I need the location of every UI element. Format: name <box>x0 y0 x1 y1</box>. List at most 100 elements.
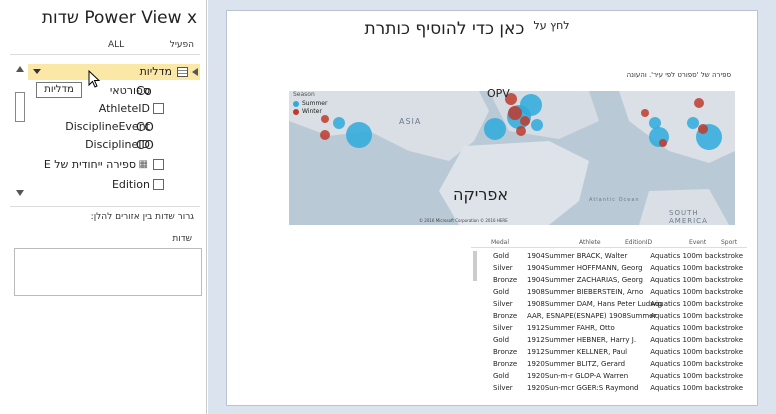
cell-medal: Silver <box>493 264 513 272</box>
table-row[interactable]: Silver 1912Summer FAHR, Otto Aquatics 100m… <box>471 323 747 335</box>
cell-sport: Aquatics 100m backstroke <box>650 372 743 380</box>
scroll-down-icon[interactable] <box>16 190 24 196</box>
column-header-sport[interactable]: Sport <box>721 239 737 246</box>
table-row[interactable]: Gold 1912Summer HEBNER, Harry J. Aquatics … <box>471 335 747 347</box>
map-label-atlantic: Atlantic Ocean <box>589 197 640 203</box>
table-row[interactable]: Bronze AAR, ESNAPE(ESNAPE) 1908Summer Aqua… <box>471 311 747 323</box>
field-label: ספורטאי <box>109 84 150 97</box>
column-header-edition[interactable]: EditionID <box>625 239 652 246</box>
title-hint: כאן כדי להוסיף כותרת <box>364 19 525 39</box>
collapse-arrow-icon[interactable] <box>192 68 198 76</box>
cell-sport: Aquatics 100m backstroke <box>650 360 743 368</box>
map-area[interactable]: ASIA SOUTH AMERICA Atlantic Ocean אפריקה… <box>289 91 735 225</box>
column-header-medal[interactable]: Medal <box>491 239 509 246</box>
field-label: Edition <box>111 178 150 191</box>
scroll-thumb[interactable] <box>15 92 25 122</box>
table-visualization[interactable]: Medal Athlete EditionID Event Sport Gold… <box>471 237 747 401</box>
cell-athlete: 1904Summer HOFFMANN, Georg <box>527 264 643 272</box>
table-row[interactable]: Gold 1920Sun-m-r GLOP-A Warren Aquatics 10… <box>471 371 747 383</box>
table-row[interactable]: Bronze 1920Summer BLITZ, Gerard Aquatics 1… <box>471 359 747 371</box>
cell-athlete: 1912Summer HEBNER, Harry J. <box>527 336 637 344</box>
cell-athlete: 1904Summer BRACK, Walter <box>527 252 628 260</box>
cell-medal: Bronze <box>493 360 518 368</box>
tooltip: מדליות <box>36 82 82 98</box>
cell-medal: Silver <box>493 300 513 308</box>
field-list-pane: Power View x שדות הפעיל ALL מדליות Co ספ… <box>0 0 207 414</box>
cell-sport: Aquatics 100m backstroke <box>650 300 743 308</box>
field-checkbox[interactable] <box>153 159 164 170</box>
legend-dot <box>293 100 299 107</box>
cell-sport: Aquatics 100m backstroke <box>650 384 743 392</box>
table-row[interactable]: Bronze 1904Summer ZACHARIAS, Georg Aquatic… <box>471 275 747 287</box>
field-row[interactable]: AthleteID <box>28 100 200 118</box>
map-label-africa: אפריקה <box>453 185 509 204</box>
field-row[interactable]: Edition <box>28 176 200 194</box>
map-label-south-america: SOUTH AMERICA <box>669 209 708 225</box>
cell-medal: Gold <box>493 288 510 296</box>
table-header: Medal Athlete EditionID Event Sport <box>471 237 747 248</box>
table-node-medals[interactable]: מדליות <box>28 64 200 80</box>
table-row[interactable]: Gold 1904Summer BRACK, Walter Aquatics 100… <box>471 251 747 263</box>
fields-drop-zone[interactable] <box>14 248 202 296</box>
cell-sport: Aquatics 100m backstroke <box>650 264 743 272</box>
legend-label: Summer <box>302 100 328 107</box>
scroll-up-icon[interactable] <box>16 66 24 72</box>
cell-sport: Aquatics 100m backstroke <box>650 336 743 344</box>
cell-athlete: 1912Summer KELLNER, Paul <box>527 348 628 356</box>
map-graphic <box>289 91 735 225</box>
title-hint-small: לחץ על <box>533 19 570 32</box>
legend-item: Summer <box>293 100 333 107</box>
table-row[interactable]: Bronze 1912Summer KELLNER, Paul Aquatics 1… <box>471 347 747 359</box>
tab-all[interactable]: ALL <box>108 40 124 50</box>
field-row[interactable]: CO DisciplineID <box>28 136 200 154</box>
cell-medal: Gold <box>493 336 510 344</box>
cell-athlete: 1920Sun-mcr GGER:S Raymond <box>527 384 639 392</box>
table-row[interactable]: Silver 1920Sun-mcr GGER:S Raymond Aquatics… <box>471 383 747 395</box>
table-icon <box>177 67 188 77</box>
cell-sport: Aquatics 100m backstroke <box>650 288 743 296</box>
fields-area-label: שדות <box>172 234 192 244</box>
chevron-down-icon[interactable] <box>33 69 41 74</box>
report-sheet[interactable]: לחץ על כאן כדי להוסיף כותרת ספירה של 'ספ… <box>226 10 758 406</box>
map-visualization[interactable]: ספירה של 'ספורט לפי עיר'. והעונה ASIA SO… <box>289 71 735 227</box>
cell-sport: Aquatics 100m backstroke <box>650 348 743 356</box>
table-body: Gold 1904Summer BRACK, Walter Aquatics 100… <box>471 251 747 395</box>
cell-athlete: 1920Summer BLITZ, Gerard <box>527 360 626 368</box>
cell-medal: Gold <box>493 252 510 260</box>
map-caption: ספירה של 'ספורט לפי עיר'. והעונה <box>626 71 731 79</box>
table-row[interactable]: Silver 1908Summer DAM, Hans Peter Ludwig A… <box>471 299 747 311</box>
pane-title: Power View x שדות <box>41 8 197 28</box>
cell-medal: Silver <box>493 384 513 392</box>
field-row[interactable]: ▦ ספירה ייחודית של E <box>28 156 200 174</box>
cell-medal: Bronze <box>493 348 518 356</box>
divider <box>10 54 200 55</box>
cell-medal: Silver <box>493 324 513 332</box>
cell-medal: Bronze <box>493 276 518 284</box>
legend-dot <box>293 108 299 115</box>
tab-active[interactable]: הפעיל <box>170 40 194 50</box>
cell-athlete: 1908Summer BIEBERSTEIN, Arno <box>527 288 644 296</box>
cell-sport: Aquatics 100m backstroke <box>650 312 743 320</box>
cell-athlete: 1908Summer DAM, Hans Peter Ludwig <box>527 300 663 308</box>
legend-label: Winter <box>302 108 322 115</box>
cell-medal: Bronze <box>493 312 518 320</box>
cell-athlete: 1904Summer ZACHARIAS, Georg <box>527 276 643 284</box>
map-legend: Season Summer Winter <box>293 91 333 116</box>
field-row[interactable]: CO DisciplineEvent <box>28 118 200 136</box>
column-header-event[interactable]: Event <box>689 239 706 246</box>
report-canvas: לחץ על כאן כדי להוסיף כותרת ספירה של 'ספ… <box>208 0 776 414</box>
field-checkbox[interactable] <box>153 179 164 190</box>
field-checkbox[interactable] <box>153 103 164 114</box>
column-header-athlete[interactable]: Athlete <box>579 239 601 246</box>
field-label: AthleteID <box>98 102 150 115</box>
cell-athlete: 1912Summer FAHR, Otto <box>527 324 615 332</box>
title-placeholder[interactable]: לחץ על כאן כדי להוסיף כותרת <box>337 19 597 39</box>
field-label: DisciplineID <box>85 138 150 151</box>
divider <box>10 206 200 207</box>
cell-sport: Aquatics 100m backstroke <box>650 276 743 284</box>
field-tree-scrollbar[interactable] <box>12 62 26 202</box>
table-row[interactable]: Silver 1904Summer HOFFMANN, Georg Aquatics… <box>471 263 747 275</box>
map-label-asia: ASIA <box>399 117 422 126</box>
mouse-cursor-icon <box>88 70 101 88</box>
table-row[interactable]: Gold 1908Summer BIEBERSTEIN, Arno Aquatics… <box>471 287 747 299</box>
